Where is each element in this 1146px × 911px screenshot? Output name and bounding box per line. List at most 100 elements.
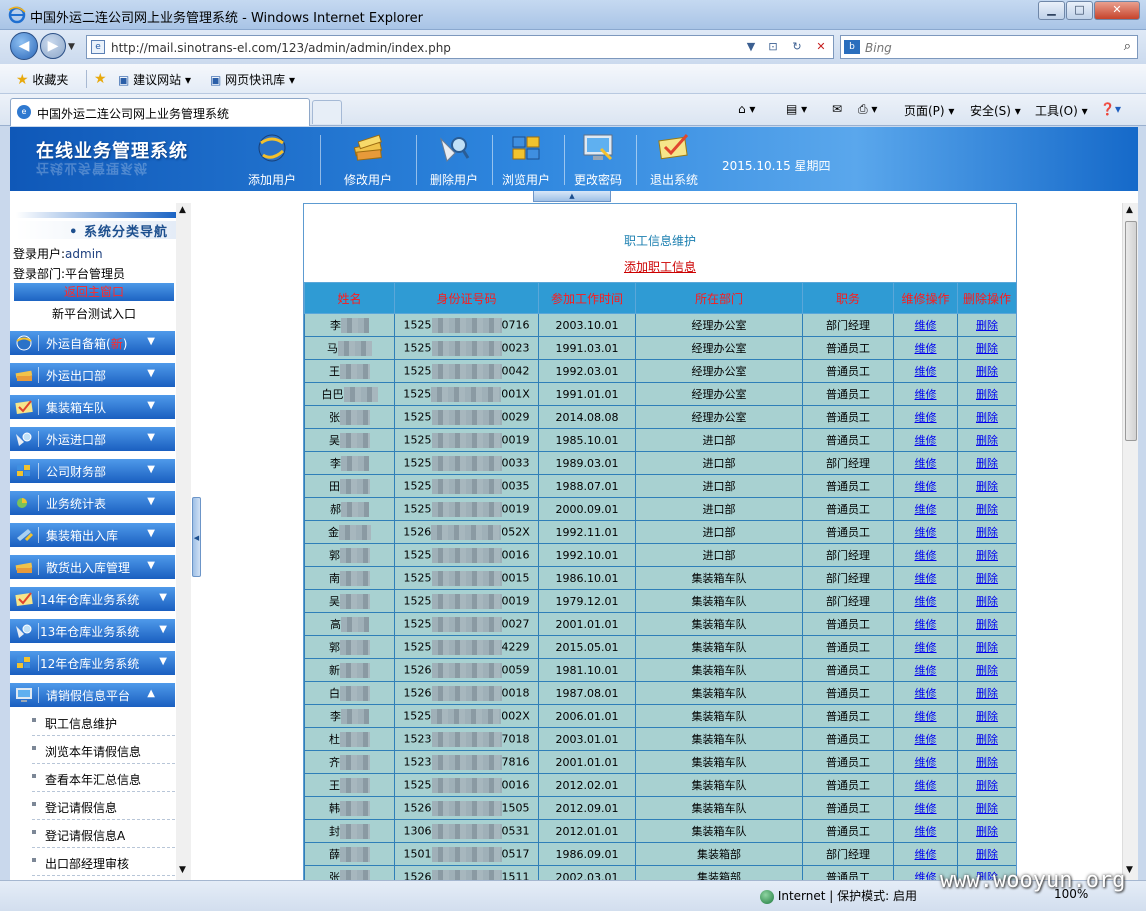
sidebar-scrollbar[interactable]: ▲ ▼ — [176, 203, 191, 880]
edit-user-button[interactable]: 修改用户 — [342, 131, 394, 189]
cell-edit[interactable]: 维修 — [893, 658, 958, 682]
cell-edit[interactable]: 维修 — [893, 750, 958, 774]
scroll-up-icon[interactable]: ▲ — [1126, 205, 1133, 215]
new-tab-button[interactable] — [312, 100, 342, 124]
cell-delete[interactable]: 删除 — [957, 681, 1016, 705]
cell-delete[interactable]: 删除 — [957, 497, 1016, 521]
print-icon[interactable]: ⎙ ▾ — [858, 102, 877, 117]
cell-edit[interactable]: 维修 — [893, 589, 958, 613]
delete-link[interactable]: 删除 — [976, 503, 998, 516]
cell-delete[interactable]: 删除 — [957, 451, 1016, 475]
sidebar-cat-warehouse-12[interactable]: 12年仓库业务系统 ▼ — [10, 651, 175, 675]
safety-menu[interactable]: 安全(S) ▾ — [970, 102, 1021, 119]
scroll-thumb[interactable] — [1125, 221, 1137, 441]
security-zone[interactable]: Internet | 保护模式: 启用 — [760, 887, 917, 904]
delete-link[interactable]: 删除 — [976, 526, 998, 539]
cell-delete[interactable]: 删除 — [957, 566, 1016, 590]
delete-link[interactable]: 删除 — [976, 572, 998, 585]
scroll-down-icon[interactable]: ▼ — [179, 865, 186, 875]
cell-edit[interactable]: 维修 — [893, 819, 958, 843]
fav-link-webslice[interactable]: ▣ 网页快讯库 ▾ — [210, 71, 295, 88]
sidebar-sub-browse-leave[interactable]: 浏览本年请假信息 — [32, 737, 175, 764]
history-dropdown-icon[interactable]: ▼ — [68, 42, 75, 52]
delete-link[interactable]: 删除 — [976, 319, 998, 332]
stop-icon[interactable]: ✕ — [811, 38, 831, 56]
cell-delete[interactable]: 删除 — [957, 796, 1016, 820]
edit-link[interactable]: 维修 — [915, 342, 937, 355]
edit-link[interactable]: 维修 — [915, 871, 937, 880]
edit-link[interactable]: 维修 — [915, 457, 937, 470]
page-menu[interactable]: 页面(P) ▾ — [904, 102, 954, 119]
collapse-banner-toggle[interactable]: ▲ — [533, 191, 611, 202]
cell-delete[interactable]: 删除 — [957, 428, 1016, 452]
scroll-up-icon[interactable]: ▲ — [179, 205, 186, 215]
url-dropdown-icon[interactable]: ▼ — [741, 38, 761, 56]
sidebar-cat-import[interactable]: 外运进口部 ▼ — [10, 427, 175, 451]
cell-delete[interactable]: 删除 — [957, 612, 1016, 636]
delete-link[interactable]: 删除 — [976, 756, 998, 769]
delete-link[interactable]: 删除 — [976, 779, 998, 792]
cell-edit[interactable]: 维修 — [893, 313, 958, 337]
add-staff-link[interactable]: 添加职工信息 — [624, 260, 696, 274]
delete-link[interactable]: 删除 — [976, 342, 998, 355]
sidebar-sub-staff-info[interactable]: 职工信息维护 — [32, 709, 175, 736]
cell-delete[interactable]: 删除 — [957, 635, 1016, 659]
tools-menu[interactable]: 工具(O) ▾ — [1035, 102, 1088, 119]
cell-edit[interactable]: 维修 — [893, 405, 958, 429]
favorites-button[interactable]: ★ 收藏夹 — [16, 71, 68, 88]
edit-link[interactable]: 维修 — [915, 687, 937, 700]
edit-link[interactable]: 维修 — [915, 595, 937, 608]
edit-link[interactable]: 维修 — [915, 710, 937, 723]
sidebar-sub-register-leave-a[interactable]: 登记请假信息A — [32, 821, 175, 848]
delete-user-button[interactable]: 删除用户 — [428, 131, 480, 189]
cell-delete[interactable]: 删除 — [957, 773, 1016, 797]
cell-edit[interactable]: 维修 — [893, 336, 958, 360]
sidebar-cat-export[interactable]: 外运出口部 ▼ — [10, 363, 175, 387]
cell-delete[interactable]: 删除 — [957, 382, 1016, 406]
edit-link[interactable]: 维修 — [915, 365, 937, 378]
edit-link[interactable]: 维修 — [915, 526, 937, 539]
cell-edit[interactable]: 维修 — [893, 773, 958, 797]
edit-link[interactable]: 维修 — [915, 802, 937, 815]
edit-link[interactable]: 维修 — [915, 319, 937, 332]
delete-link[interactable]: 删除 — [976, 595, 998, 608]
delete-link[interactable]: 删除 — [976, 848, 998, 861]
cell-edit[interactable]: 维修 — [893, 382, 958, 406]
edit-link[interactable]: 维修 — [915, 388, 937, 401]
new-platform-link[interactable]: 新平台测试入口 — [52, 305, 136, 322]
sidebar-cat-container-fleet[interactable]: 集装箱车队 ▼ — [10, 395, 175, 419]
sidebar-cat-container-storage[interactable]: 集装箱出入库 ▼ — [10, 523, 175, 547]
cell-edit[interactable]: 维修 — [893, 842, 958, 866]
cell-delete[interactable]: 删除 — [957, 313, 1016, 337]
page-scrollbar[interactable]: ▲ ▼ — [1122, 203, 1138, 880]
cell-delete[interactable]: 删除 — [957, 750, 1016, 774]
cell-delete[interactable]: 删除 — [957, 336, 1016, 360]
cell-delete[interactable]: 删除 — [957, 704, 1016, 728]
cell-delete[interactable]: 删除 — [957, 727, 1016, 751]
sidebar-splitter-handle[interactable]: ◀ — [192, 497, 201, 577]
sidebar-cat-warehouse-13[interactable]: 13年仓库业务系统 ▼ — [10, 619, 175, 643]
edit-link[interactable]: 维修 — [915, 664, 937, 677]
edit-link[interactable]: 维修 — [915, 549, 937, 562]
scroll-down-icon[interactable]: ▼ — [1126, 865, 1133, 875]
edit-link[interactable]: 维修 — [915, 641, 937, 654]
cell-delete[interactable]: 删除 — [957, 520, 1016, 544]
help-icon[interactable]: ❓▾ — [1100, 102, 1121, 116]
delete-link[interactable]: 删除 — [976, 388, 998, 401]
delete-link[interactable]: 删除 — [976, 802, 998, 815]
delete-link[interactable]: 删除 — [976, 365, 998, 378]
search-icon[interactable]: ⌕ — [1124, 39, 1131, 54]
edit-link[interactable]: 维修 — [915, 779, 937, 792]
edit-link[interactable]: 维修 — [915, 756, 937, 769]
edit-link[interactable]: 维修 — [915, 733, 937, 746]
back-button[interactable]: ◀ — [10, 32, 38, 60]
cell-edit[interactable]: 维修 — [893, 497, 958, 521]
cell-edit[interactable]: 维修 — [893, 727, 958, 751]
cell-edit[interactable]: 维修 — [893, 566, 958, 590]
delete-link[interactable]: 删除 — [976, 687, 998, 700]
cell-delete[interactable]: 删除 — [957, 658, 1016, 682]
delete-link[interactable]: 删除 — [976, 825, 998, 838]
sidebar-cat-statistics[interactable]: 业务统计表 ▼ — [10, 491, 175, 515]
logout-button[interactable]: 退出系统 — [648, 131, 700, 189]
cell-delete[interactable]: 删除 — [957, 474, 1016, 498]
